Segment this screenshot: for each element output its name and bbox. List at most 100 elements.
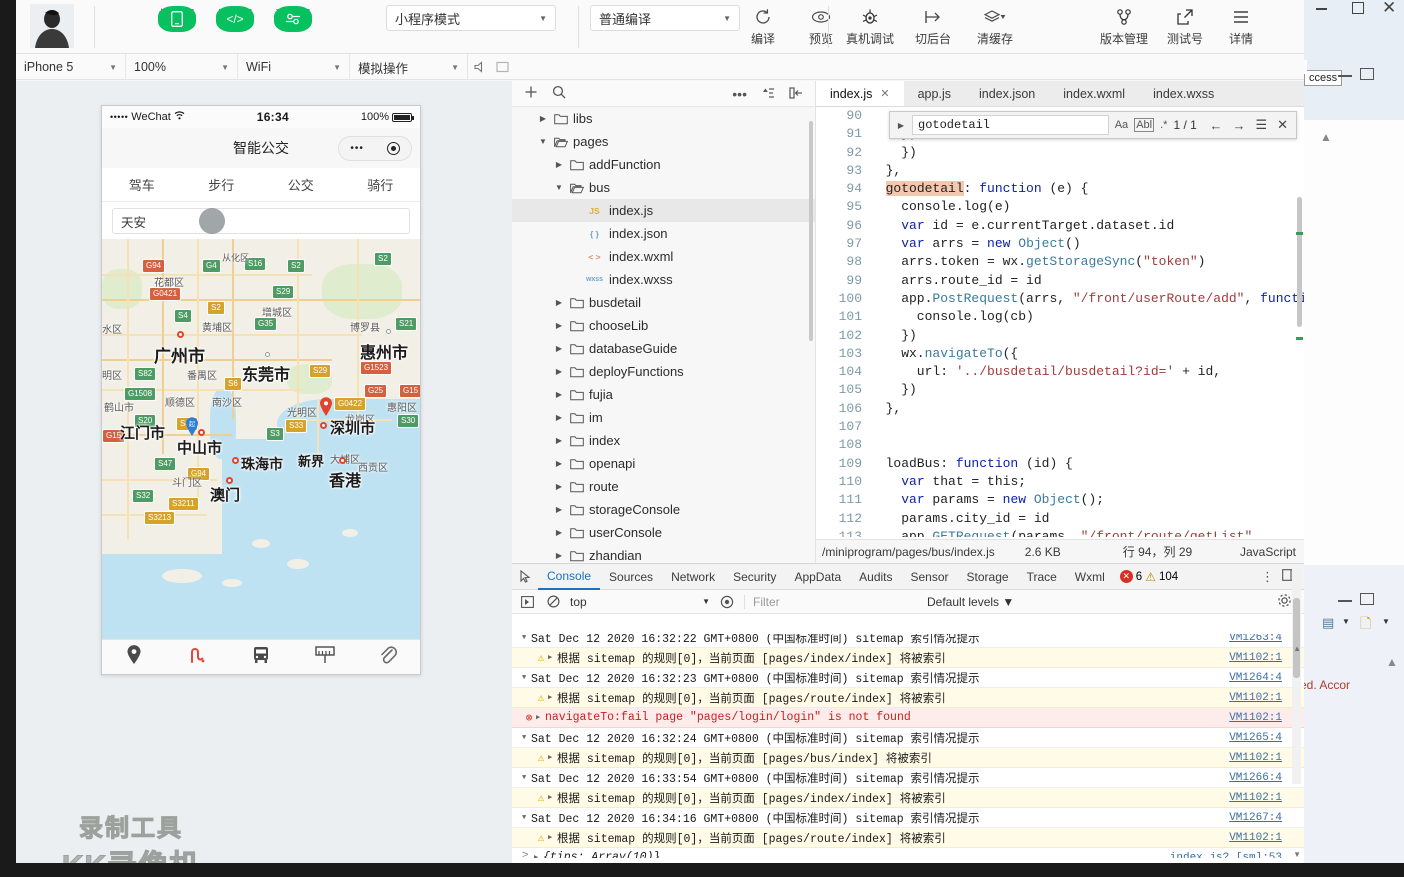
console-log-source[interactable]: VM1264:4: [1229, 672, 1282, 684]
editor-tab-index-wxss[interactable]: index.wxss: [1139, 81, 1228, 106]
toolbar-button-editor[interactable]: </> 编辑器: [206, 6, 264, 32]
chevron-right-icon[interactable]: ▶: [538, 114, 548, 123]
bg-new-file-icon[interactable]: 🗋: [1360, 613, 1371, 637]
console-log-source[interactable]: VM1102:1: [1229, 712, 1282, 724]
map-destination-pin[interactable]: [319, 397, 333, 416]
file-tree-item-storageconsole[interactable]: ▶ storageConsole: [512, 498, 815, 521]
user-avatar[interactable]: [30, 4, 74, 48]
file-tree-item-index-js[interactable]: ▶JSindex.js: [512, 199, 815, 222]
collapse-icon[interactable]: [789, 86, 803, 102]
console-prompt-icon[interactable]: >: [522, 849, 528, 861]
code-line[interactable]: },: [870, 400, 1304, 418]
console-log-source[interactable]: VM1267:4: [1229, 812, 1282, 824]
file-tree-item-index-wxml[interactable]: ▶< >index.wxml: [512, 245, 815, 268]
console-log-source[interactable]: VM1102:1: [1229, 792, 1282, 804]
chevron-right-icon[interactable]: ▶: [554, 160, 564, 169]
inspect-element-icon[interactable]: [512, 570, 538, 583]
expand-arrow-icon[interactable]: ▶: [548, 793, 557, 802]
devtools-tab-console[interactable]: Console: [538, 564, 601, 590]
toolbar-button-real-device-debug[interactable]: 真机调试: [838, 4, 902, 46]
regex-icon[interactable]: .*: [1160, 119, 1167, 131]
file-tree-item-openapi[interactable]: ▶ openapi: [512, 452, 815, 475]
device-select[interactable]: iPhone 5 ▼: [16, 54, 126, 80]
expand-arrow-icon[interactable]: ▶: [536, 713, 545, 722]
tab-driving[interactable]: 驾车: [102, 175, 182, 194]
code-content[interactable]: }) }) }, gotodetail: function (e) { cons…: [870, 107, 1304, 537]
console-log-line[interactable]: ▼ Sat Dec 12 2020 16:32:22 GMT+0800 (中国标准…: [512, 634, 1304, 648]
chevron-right-icon[interactable]: ▶: [554, 413, 564, 422]
bg-caret-icon[interactable]: ▼: [1342, 617, 1350, 626]
console-sidebar-icon[interactable]: [518, 595, 536, 608]
console-log-line[interactable]: ▼ Sat Dec 12 2020 16:34:16 GMT+0800 (中国标准…: [512, 808, 1304, 828]
code-line[interactable]: }): [870, 381, 1304, 399]
network-select[interactable]: WiFi ▼: [238, 54, 350, 80]
scroll-down-icon[interactable]: ▼: [1293, 850, 1301, 859]
expand-arrow-icon[interactable]: ▼: [522, 734, 531, 742]
zoom-select[interactable]: 100% ▼: [126, 54, 238, 80]
live-expression-icon[interactable]: [718, 595, 736, 609]
code-line[interactable]: app.PostRequest(arrs, "/front/userRoute/…: [870, 290, 1304, 308]
chevron-right-icon[interactable]: ▶: [554, 367, 564, 376]
code-line[interactable]: }): [870, 144, 1304, 162]
console-log-source[interactable]: VM1102:1: [1229, 752, 1282, 764]
console-log-source[interactable]: index.js? [sm]:53: [1170, 852, 1282, 859]
toolbar-button-simulator[interactable]: 模拟器: [148, 6, 206, 32]
window-minimize-icon[interactable]: [1316, 8, 1327, 10]
code-line[interactable]: }): [870, 327, 1304, 345]
bg-minimize-icon[interactable]: [1338, 75, 1352, 77]
chevron-right-icon[interactable]: ▶: [554, 482, 564, 491]
toolbar-button-background[interactable]: 切后台: [902, 4, 964, 46]
console-log-line[interactable]: ⚠ ▶ 根据 sitemap 的规则[0]，当前页面 [pages/bus/inde…: [512, 748, 1304, 768]
chevron-right-icon[interactable]: ▶: [554, 344, 564, 353]
chevron-down-icon[interactable]: ▼: [538, 137, 548, 146]
match-case-icon[interactable]: Aa: [1115, 119, 1128, 131]
console-filter-input[interactable]: Filter: [744, 594, 919, 609]
code-line[interactable]: var that = this;: [870, 473, 1304, 491]
file-tree-item-fujia[interactable]: ▶ fujia: [512, 383, 815, 406]
devtools-tab-appdata[interactable]: AppData: [785, 564, 850, 590]
bg-note-icon[interactable]: ▤: [1322, 615, 1334, 631]
console-log-levels-select[interactable]: Default levels ▼: [927, 595, 1014, 609]
expand-arrow-icon[interactable]: ▼: [522, 814, 531, 822]
console-log-source[interactable]: VM1265:4: [1229, 732, 1282, 744]
operation-select[interactable]: 模拟操作 ▼: [350, 54, 468, 80]
expand-arrow-icon[interactable]: ▼: [522, 674, 531, 682]
close-circle-icon[interactable]: [386, 142, 400, 155]
chevron-right-icon[interactable]: ▶: [554, 505, 564, 514]
console-log-line[interactable]: ⊗ ▶ navigateTo:fail page "pages/login/logi…: [512, 708, 1304, 728]
console-log-line[interactable]: ⚠ ▶ 根据 sitemap 的规则[0]，当前页面 [pages/route/in…: [512, 688, 1304, 708]
volume-icon[interactable]: [472, 58, 490, 76]
file-tree-item-index[interactable]: ▶ index: [512, 429, 815, 452]
code-line[interactable]: },: [870, 162, 1304, 180]
more-dots-icon[interactable]: •••: [350, 143, 364, 154]
file-tree-item-pages[interactable]: ▼ pages: [512, 130, 815, 153]
chevron-right-icon[interactable]: ▶: [554, 551, 564, 560]
devtools-tab-trace[interactable]: Trace: [1018, 564, 1066, 590]
map-view[interactable]: G94 G4 S16 S2 S2 G0421 S29 S2 S4 G35 S21…: [102, 239, 420, 639]
sort-icon[interactable]: [761, 86, 775, 102]
console-log-source[interactable]: VM1263:4: [1229, 634, 1282, 644]
expand-arrow-icon[interactable]: ▶: [548, 693, 557, 702]
file-tree-item-index-wxss[interactable]: ▶wxssindex.wxss: [512, 268, 815, 291]
bg-maximize-icon[interactable]: [1360, 68, 1374, 80]
close-icon[interactable]: ✕: [880, 87, 889, 100]
console-scrollbar[interactable]: [1292, 568, 1301, 784]
code-line[interactable]: console.log(e): [870, 198, 1304, 216]
code-line[interactable]: arrs.token = wx.getStorageSync("token"): [870, 253, 1304, 271]
file-tree-item-userconsole[interactable]: ▶ userConsole: [512, 521, 815, 544]
file-tree-item-index-json[interactable]: ▶{ }index.json: [512, 222, 815, 245]
console-log-source[interactable]: VM1102:1: [1229, 832, 1282, 844]
chevron-right-icon[interactable]: ▶: [554, 528, 564, 537]
file-tree-item-chooselib[interactable]: ▶ chooseLib: [512, 314, 815, 337]
console-log-line[interactable]: ⚠ ▶ 根据 sitemap 的规则[0]，当前页面 [pages/index/in…: [512, 648, 1304, 668]
toolbar-button-details[interactable]: 详情: [1213, 4, 1269, 46]
editor-tab-index-json[interactable]: index.json: [965, 81, 1049, 106]
console-context-select[interactable]: top ▼: [570, 593, 710, 611]
tab-cycling[interactable]: 骑行: [341, 175, 421, 194]
bg-caret-icon-2[interactable]: ▼: [1382, 617, 1390, 626]
devtools-more-icon[interactable]: ⋮: [1261, 569, 1274, 585]
chevron-right-icon[interactable]: ▶: [554, 459, 564, 468]
toolbar-button-test-account[interactable]: 测试号: [1157, 4, 1213, 46]
console-log-line[interactable]: ⚠ ▶ 根据 sitemap 的规则[0]，当前页面 [pages/route/in…: [512, 828, 1304, 848]
map-origin-pin[interactable]: 起: [185, 417, 199, 436]
